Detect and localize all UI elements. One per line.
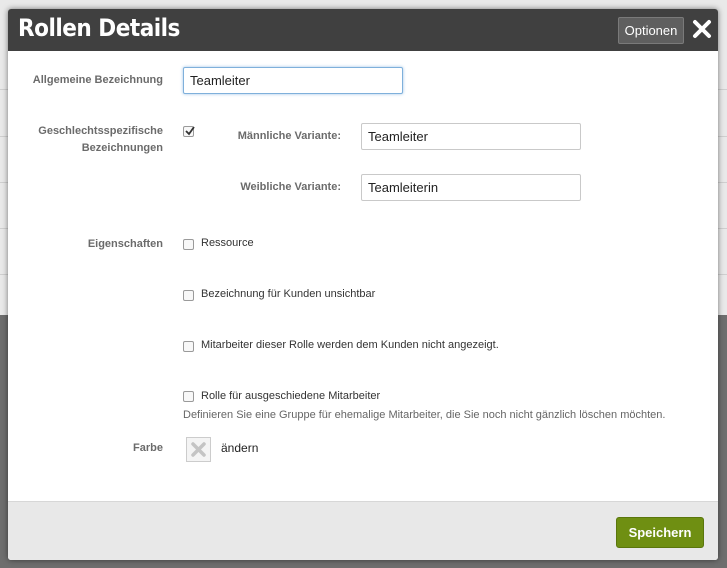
resource-checkbox[interactable] [183, 239, 194, 250]
properties-label: Eigenschaften [87, 238, 163, 250]
general-name-input[interactable] [183, 67, 403, 94]
male-variant-label: Männliche Variante: [237, 130, 341, 142]
gender-specific-label-line1: Geschlechtsspezifische [38, 125, 163, 137]
resource-checkbox-label[interactable]: Ressource [201, 237, 254, 249]
dialog-header: Rollen Details Optionen [8, 9, 718, 51]
hide-employees-checkbox[interactable] [183, 341, 194, 352]
female-variant-label: Weibliche Variante: [240, 181, 341, 193]
hide-employees-label[interactable]: Mitarbeiter dieser Rolle werden dem Kund… [201, 339, 499, 351]
gender-specific-label-line2: Bezeichnungen [81, 142, 163, 154]
female-variant-input[interactable] [361, 174, 581, 201]
hidden-for-customers-checkbox[interactable] [183, 290, 194, 301]
gender-specific-label: Geschlechtsspezifische Bezeichnungen [8, 123, 163, 157]
male-variant-input[interactable] [361, 123, 581, 150]
former-employees-checkbox[interactable] [183, 391, 194, 402]
hidden-for-customers-label[interactable]: Bezeichnung für Kunden unsichtbar [201, 288, 375, 300]
former-employees-label[interactable]: Rolle für ausgeschiedene Mitarbeiter [201, 390, 380, 402]
general-name-label: Allgemeine Bezeichnung [32, 74, 163, 86]
options-button[interactable]: Optionen [618, 17, 684, 44]
dialog-title: Rollen Details [18, 14, 180, 42]
dialog-footer: Speichern [8, 501, 718, 560]
former-employees-hint: Definieren Sie eine Gruppe für ehemalige… [183, 409, 666, 421]
close-icon[interactable] [691, 17, 713, 41]
role-details-dialog: Rollen Details Optionen Allgemeine Bezei… [8, 9, 718, 560]
color-change-link[interactable]: ändern [221, 441, 258, 455]
save-button[interactable]: Speichern [616, 517, 704, 548]
color-none-icon[interactable] [186, 437, 211, 462]
color-label: Farbe [133, 442, 163, 454]
